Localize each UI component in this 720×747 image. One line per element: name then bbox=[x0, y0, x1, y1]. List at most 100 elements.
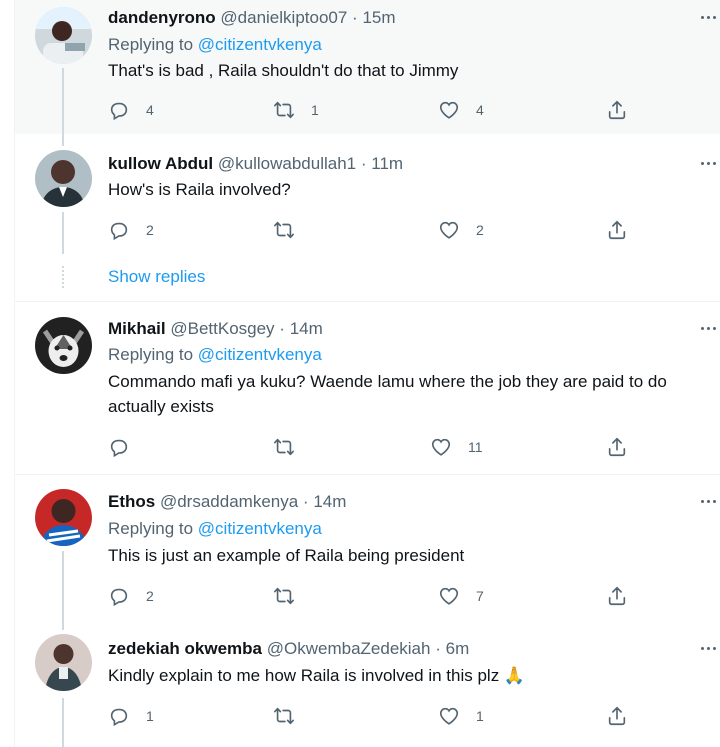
reply-icon bbox=[110, 102, 128, 121]
timestamp[interactable]: 6m bbox=[446, 639, 470, 658]
heart-icon bbox=[439, 221, 459, 239]
tweet-header: Mikhail @BettKosgey · 14m bbox=[108, 318, 323, 340]
share-button[interactable] bbox=[606, 704, 628, 728]
separator: · bbox=[360, 154, 367, 173]
reply-button[interactable]: 2 bbox=[108, 584, 154, 608]
retweet-button[interactable] bbox=[273, 435, 311, 459]
thread-line bbox=[62, 551, 64, 618]
display-name[interactable]: Ethos bbox=[108, 492, 155, 511]
timestamp[interactable]: 15m bbox=[362, 8, 395, 27]
replying-to: Replying to @citizentvkenya bbox=[108, 518, 322, 540]
like-count: 7 bbox=[476, 588, 484, 604]
reply-button[interactable]: 4 bbox=[108, 98, 154, 122]
timestamp[interactable]: 11m bbox=[371, 154, 403, 173]
avatar[interactable] bbox=[35, 317, 92, 374]
thread-dots bbox=[62, 266, 64, 288]
retweet-count: 1 bbox=[311, 102, 319, 118]
retweet-icon bbox=[274, 438, 294, 456]
reply-count: 2 bbox=[146, 222, 154, 238]
heart-icon bbox=[439, 707, 459, 725]
avatar[interactable] bbox=[35, 7, 92, 64]
show-replies-link[interactable]: Show replies bbox=[108, 266, 205, 288]
user-handle[interactable]: @OkwembaZedekiah bbox=[267, 639, 431, 658]
share-button[interactable] bbox=[606, 98, 628, 122]
separator: · bbox=[435, 639, 441, 658]
replying-to: Replying to @citizentvkenya bbox=[108, 344, 322, 366]
more-icon[interactable] bbox=[701, 643, 719, 653]
display-name[interactable]: zedekiah okwemba bbox=[108, 639, 262, 658]
retweet-icon bbox=[274, 587, 294, 605]
more-icon[interactable] bbox=[701, 158, 719, 168]
share-icon bbox=[608, 706, 626, 726]
avatar[interactable] bbox=[35, 489, 92, 546]
retweet-button[interactable]: 1 bbox=[273, 98, 319, 122]
tweet-header: kullow Abdul @kullowabdullah1 · 11m bbox=[108, 153, 403, 175]
timestamp[interactable]: 14m bbox=[290, 319, 323, 338]
like-count: 1 bbox=[476, 708, 484, 724]
thread-line bbox=[62, 134, 64, 146]
user-handle[interactable]: @kullowabdullah1 bbox=[218, 154, 356, 173]
replying-to: Replying to @citizentvkenya bbox=[108, 34, 322, 56]
tweet-card[interactable]: Ethos @drsaddamkenya · 14m Replying to @… bbox=[15, 475, 720, 618]
avatar[interactable] bbox=[35, 634, 92, 691]
replying-to-link[interactable]: @citizentvkenya bbox=[198, 519, 322, 538]
share-button[interactable] bbox=[606, 218, 628, 242]
replying-to-label: Replying to bbox=[108, 345, 198, 364]
display-name[interactable]: kullow Abdul bbox=[108, 154, 213, 173]
reply-icon bbox=[110, 222, 128, 241]
retweet-button[interactable] bbox=[273, 218, 311, 242]
tweet-actions: 2 7 bbox=[108, 584, 648, 608]
heart-icon bbox=[439, 587, 459, 605]
more-icon[interactable] bbox=[701, 323, 719, 333]
tweet-header: Ethos @drsaddamkenya · 14m bbox=[108, 491, 346, 513]
like-button[interactable]: 1 bbox=[438, 704, 484, 728]
reply-icon bbox=[110, 588, 128, 607]
separator: · bbox=[352, 8, 358, 27]
heart-icon bbox=[439, 101, 459, 119]
replying-to-link[interactable]: @citizentvkenya bbox=[198, 345, 322, 364]
share-icon bbox=[608, 220, 626, 240]
separator: · bbox=[302, 492, 309, 511]
reply-count: 2 bbox=[146, 588, 154, 604]
tweet-text: Kindly explain to me how Raila is involv… bbox=[108, 666, 526, 685]
reply-button[interactable]: 2 bbox=[108, 218, 154, 242]
reply-count: 1 bbox=[146, 708, 154, 724]
timestamp[interactable]: 14m bbox=[313, 492, 346, 511]
separator: · bbox=[279, 319, 285, 338]
share-button[interactable] bbox=[606, 584, 628, 608]
avatar[interactable] bbox=[35, 150, 92, 207]
reply-button[interactable] bbox=[108, 435, 146, 459]
retweet-icon bbox=[274, 707, 294, 725]
more-icon[interactable] bbox=[701, 12, 719, 22]
share-icon bbox=[608, 586, 626, 606]
display-name[interactable]: dandenyrono bbox=[108, 8, 216, 27]
reply-icon bbox=[110, 708, 128, 727]
share-button[interactable] bbox=[606, 435, 628, 459]
replies-feed: dandenyrono @danielkiptoo07 · 15m Replyi… bbox=[14, 0, 720, 747]
user-handle[interactable]: @danielkiptoo07 bbox=[220, 8, 347, 27]
user-handle[interactable]: @BettKosgey bbox=[170, 319, 274, 338]
tweet-header: dandenyrono @danielkiptoo07 · 15m bbox=[108, 7, 396, 29]
tweet-card[interactable]: Mikhail @BettKosgey · 14m Replying to @c… bbox=[15, 302, 720, 475]
thread-line bbox=[62, 618, 64, 630]
tweet-actions: 1 1 bbox=[108, 704, 648, 728]
like-button[interactable]: 7 bbox=[438, 584, 484, 608]
tweet-text: Commando mafi ya kuku? Waende lamu where… bbox=[108, 372, 667, 416]
like-button[interactable]: 11 bbox=[430, 435, 483, 459]
display-name[interactable]: Mikhail bbox=[108, 319, 166, 338]
user-handle[interactable]: @drsaddamkenya bbox=[160, 492, 298, 511]
tweet-card[interactable]: zedekiah okwemba @OkwembaZedekiah · 6m K… bbox=[15, 618, 720, 747]
tweet-card[interactable]: dandenyrono @danielkiptoo07 · 15m Replyi… bbox=[15, 0, 720, 134]
tweet-actions: 2 2 bbox=[108, 218, 648, 242]
retweet-button[interactable] bbox=[273, 704, 311, 728]
replying-to-link[interactable]: @citizentvkenya bbox=[198, 35, 322, 54]
thread-line bbox=[62, 68, 64, 134]
reply-count: 4 bbox=[146, 102, 154, 118]
more-icon[interactable] bbox=[701, 496, 719, 506]
reply-button[interactable]: 1 bbox=[108, 704, 154, 728]
like-button[interactable]: 4 bbox=[438, 98, 484, 122]
retweet-icon bbox=[274, 101, 294, 119]
tweet-header: zedekiah okwemba @OkwembaZedekiah · 6m bbox=[108, 638, 469, 660]
retweet-button[interactable] bbox=[273, 584, 311, 608]
like-button[interactable]: 2 bbox=[438, 218, 484, 242]
